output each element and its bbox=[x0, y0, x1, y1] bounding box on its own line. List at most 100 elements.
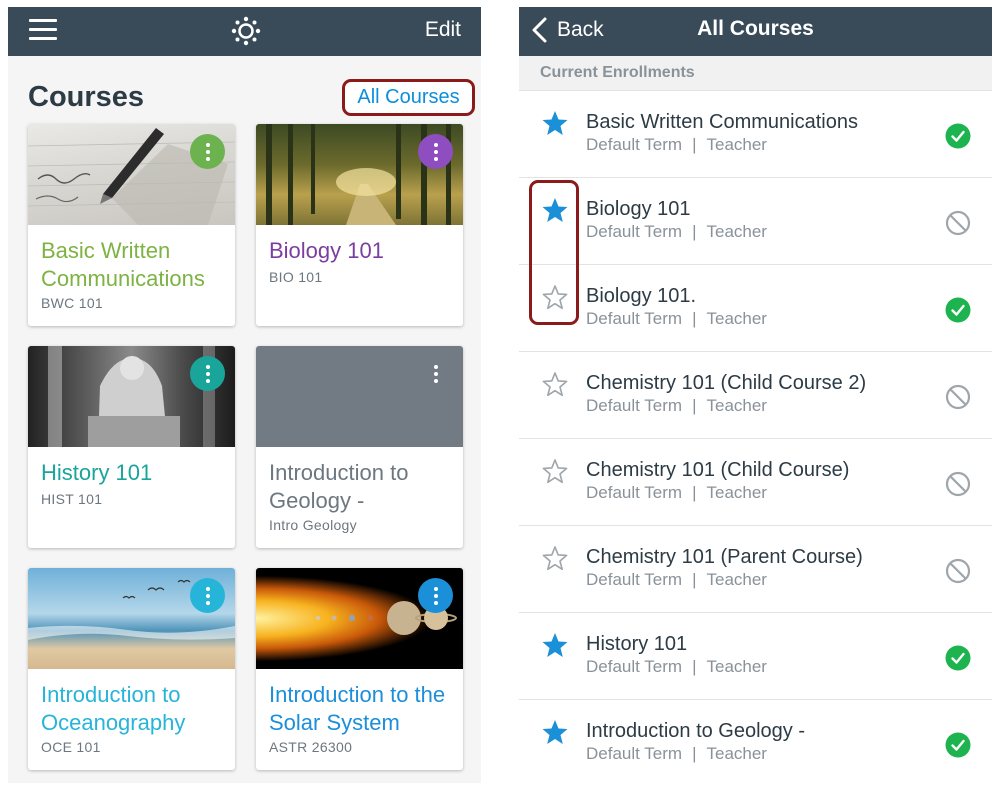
back-button[interactable]: Back bbox=[529, 17, 604, 43]
meta-separator: | bbox=[692, 483, 697, 502]
chevron-left-icon bbox=[532, 17, 547, 43]
meta-separator: | bbox=[692, 570, 697, 589]
check-circle-icon bbox=[945, 297, 971, 323]
star-outline-icon[interactable] bbox=[541, 283, 569, 311]
course-name: Chemistry 101 (Child Course 2) bbox=[586, 372, 867, 394]
no-entry-icon bbox=[945, 558, 971, 584]
course-card-title: History 101 bbox=[41, 460, 153, 485]
course-term: Default Term bbox=[586, 570, 683, 589]
more-vertical-icon[interactable] bbox=[418, 578, 453, 613]
course-term: Default Term bbox=[586, 396, 683, 415]
hamburger-icon[interactable] bbox=[29, 19, 57, 41]
course-meta: Default Term | Teacher bbox=[586, 657, 767, 677]
course-card[interactable]: Introduction to the Solar System ASTR 26… bbox=[256, 568, 463, 770]
meta-separator: | bbox=[692, 657, 697, 676]
edit-button[interactable]: Edit bbox=[425, 18, 461, 42]
enrollment-row[interactable]: Basic Written Communications Default Term… bbox=[519, 91, 992, 178]
course-role: Teacher bbox=[706, 570, 767, 589]
star-filled-icon[interactable] bbox=[541, 109, 569, 137]
star-filled-icon[interactable] bbox=[541, 631, 569, 659]
all-courses-panel: Back All Courses Current Enrollments Bas… bbox=[519, 7, 992, 783]
course-card-code: ASTR 26300 bbox=[269, 739, 353, 755]
all-courses-navbar: Back All Courses bbox=[519, 7, 992, 56]
dashboard-navbar: Edit bbox=[8, 7, 481, 56]
course-term: Default Term bbox=[586, 222, 683, 241]
no-entry-icon bbox=[945, 384, 971, 410]
check-circle-icon bbox=[945, 645, 971, 671]
course-meta: Default Term | Teacher bbox=[586, 222, 767, 242]
more-vertical-icon[interactable] bbox=[190, 578, 225, 613]
course-term: Default Term bbox=[586, 135, 683, 154]
course-card-title: Introduction to the Solar System bbox=[269, 682, 446, 735]
back-label: Back bbox=[557, 18, 604, 41]
check-circle-icon bbox=[945, 123, 971, 149]
course-card[interactable]: Basic Written Communications BWC 101 bbox=[28, 124, 235, 326]
course-card[interactable]: Introduction to Oceanography OCE 101 bbox=[28, 568, 235, 770]
meta-separator: | bbox=[692, 135, 697, 154]
page-title: Courses bbox=[28, 81, 145, 113]
course-term: Default Term bbox=[586, 744, 683, 763]
enrollment-row[interactable]: Biology 101 Default Term | Teacher bbox=[519, 178, 992, 265]
course-role: Teacher bbox=[706, 483, 767, 502]
enrollment-row[interactable]: Chemistry 101 (Child Course) Default Term… bbox=[519, 439, 992, 526]
course-meta: Default Term | Teacher bbox=[586, 483, 767, 503]
more-vertical-icon[interactable] bbox=[418, 356, 453, 391]
course-term: Default Term bbox=[586, 657, 683, 676]
course-card-code: HIST 101 bbox=[41, 491, 103, 507]
course-name: Biology 101. bbox=[586, 285, 697, 307]
enrollment-row[interactable]: Biology 101. Default Term | Teacher bbox=[519, 265, 992, 352]
canvas-logo-icon bbox=[231, 16, 261, 46]
course-card-code: Intro Geology bbox=[269, 517, 357, 533]
course-meta: Default Term | Teacher bbox=[586, 135, 767, 155]
course-role: Teacher bbox=[706, 396, 767, 415]
star-outline-icon[interactable] bbox=[541, 370, 569, 398]
enrollment-row[interactable]: History 101 Default Term | Teacher bbox=[519, 613, 992, 700]
star-outline-icon[interactable] bbox=[541, 544, 569, 572]
enrollment-row[interactable]: Chemistry 101 (Parent Course) Default Ter… bbox=[519, 526, 992, 613]
course-meta: Default Term | Teacher bbox=[586, 396, 767, 416]
course-term: Default Term bbox=[586, 483, 683, 502]
check-circle-icon bbox=[945, 732, 971, 758]
no-entry-icon bbox=[945, 210, 971, 236]
course-card-code: BWC 101 bbox=[41, 295, 104, 311]
meta-separator: | bbox=[692, 396, 697, 415]
section-header: Current Enrollments bbox=[519, 56, 992, 91]
course-card-title: Introduction to Oceanography bbox=[41, 682, 186, 735]
course-meta: Default Term | Teacher bbox=[586, 744, 767, 764]
course-role: Teacher bbox=[706, 657, 767, 676]
course-role: Teacher bbox=[706, 744, 767, 763]
course-card-code: OCE 101 bbox=[41, 739, 101, 755]
course-role: Teacher bbox=[706, 222, 767, 241]
course-card-title: Introduction to Geology - bbox=[269, 460, 409, 513]
course-name: Chemistry 101 (Parent Course) bbox=[586, 546, 863, 568]
enrollment-row[interactable]: Introduction to Geology - Default Term | Te… bbox=[519, 700, 992, 783]
more-vertical-icon[interactable] bbox=[190, 134, 225, 169]
course-card[interactable]: History 101 HIST 101 bbox=[28, 346, 235, 548]
course-card[interactable]: Biology 101 BIO 101 bbox=[256, 124, 463, 326]
course-name: Basic Written Communications bbox=[586, 111, 858, 133]
course-card-title: Basic Written Communications bbox=[41, 238, 205, 291]
meta-separator: | bbox=[692, 744, 697, 763]
meta-separator: | bbox=[692, 309, 697, 328]
course-card-title: Biology 101 bbox=[269, 238, 384, 263]
star-filled-icon[interactable] bbox=[541, 718, 569, 746]
star-filled-icon[interactable] bbox=[541, 196, 569, 224]
enrollment-row[interactable]: Chemistry 101 (Child Course 2) Default Te… bbox=[519, 352, 992, 439]
star-outline-icon[interactable] bbox=[541, 457, 569, 485]
course-term: Default Term bbox=[586, 309, 683, 328]
course-meta: Default Term | Teacher bbox=[586, 309, 767, 329]
dashboard-panel: Edit Courses All Courses Basic Written C… bbox=[8, 7, 481, 783]
more-vertical-icon[interactable] bbox=[190, 356, 225, 391]
course-name: Introduction to Geology - bbox=[586, 720, 806, 742]
no-entry-icon bbox=[945, 471, 971, 497]
course-card-code: BIO 101 bbox=[269, 269, 323, 285]
all-courses-link[interactable]: All Courses bbox=[342, 79, 475, 116]
course-meta: Default Term | Teacher bbox=[586, 570, 767, 590]
more-vertical-icon[interactable] bbox=[418, 134, 453, 169]
course-role: Teacher bbox=[706, 309, 767, 328]
course-name: Biology 101 bbox=[586, 198, 691, 220]
course-name: History 101 bbox=[586, 633, 688, 655]
course-card[interactable]: Introduction to Geology - Intro Geology bbox=[256, 346, 463, 548]
meta-separator: | bbox=[692, 222, 697, 241]
course-role: Teacher bbox=[706, 135, 767, 154]
